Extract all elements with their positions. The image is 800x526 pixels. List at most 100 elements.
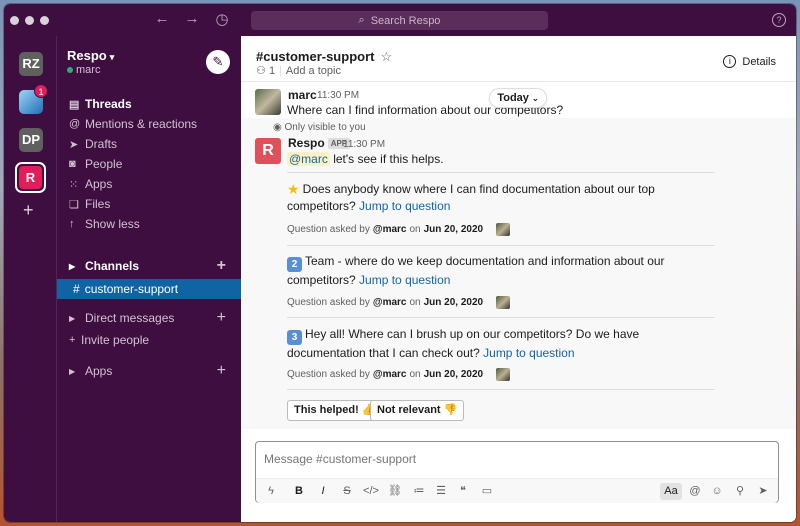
sidebar-item-people[interactable]: ◙ People — [57, 154, 242, 174]
question-meta: Question asked by @marc on Jun 20, 2020 — [287, 368, 511, 381]
bot-intro: @marc let's see if this helps. — [287, 152, 444, 166]
question-date: Jun 20, 2020 — [423, 297, 484, 308]
details-button[interactable]: i Details — [723, 55, 776, 68]
eye-icon: ◉ — [273, 122, 282, 133]
question-meta: Question asked by @marc on Jun 20, 2020 — [287, 223, 511, 236]
add-channel-icon[interactable]: + — [217, 257, 226, 275]
add-workspace-icon[interactable]: + — [23, 200, 34, 221]
this-helped-button[interactable]: This helped! 👍 — [287, 400, 383, 421]
asker[interactable]: @marc — [373, 369, 407, 380]
link-icon[interactable]: ⛓ — [386, 483, 404, 500]
divider — [287, 245, 715, 246]
sidebar-item-apps[interactable]: ⁙ Apps — [57, 174, 242, 194]
caret-right-icon: ▶ — [69, 261, 76, 271]
jump-to-question-link[interactable]: Jump to question — [359, 199, 450, 213]
channel-customer-support[interactable]: # customer-support — [57, 279, 242, 299]
respo-avatar[interactable]: R — [255, 138, 281, 164]
invite-people-link[interactable]: + Invite people — [57, 330, 242, 350]
divider — [287, 172, 715, 173]
italic-icon[interactable]: I — [314, 483, 332, 500]
workspace-respo[interactable]: R — [15, 162, 46, 193]
asker[interactable]: @marc — [373, 297, 407, 308]
jump-to-question-link[interactable]: Jump to question — [483, 346, 574, 360]
apps-section[interactable]: ▶ Apps + — [57, 361, 242, 381]
question-text: Team - where do we keep documentation an… — [287, 254, 665, 287]
drafts-icon: ➤ — [69, 138, 79, 151]
caret-right-icon: ▶ — [69, 366, 76, 376]
forward-arrow-icon[interactable]: → — [184, 10, 200, 28]
bot-time[interactable]: 11:30 PM — [343, 139, 385, 150]
close-window-button[interactable] — [10, 16, 19, 25]
today-divider-button[interactable]: Today ⌄ — [489, 88, 547, 108]
team-name-label: Respo — [67, 48, 107, 63]
emoji-icon[interactable]: ☺ — [708, 483, 726, 500]
blockquote-icon[interactable]: ❝ — [454, 483, 472, 500]
member-icon[interactable]: ⚇ — [256, 65, 266, 77]
apps-grid-icon: ⁙ — [69, 178, 79, 191]
sidebar-item-drafts[interactable]: ➤ Drafts — [57, 134, 242, 154]
attachment-icon[interactable]: ⚲ — [731, 483, 749, 500]
info-icon: i — [723, 55, 737, 68]
ordered-list-icon[interactable]: ≔ — [410, 483, 428, 500]
compose-icon[interactable]: ✎ — [206, 50, 230, 74]
avatar[interactable] — [255, 89, 281, 115]
member-count[interactable]: 1 — [269, 65, 275, 77]
not-relevant-button[interactable]: Not relevant 👎 — [370, 400, 465, 421]
history-clock-icon[interactable]: ◷ — [214, 10, 230, 28]
hash-icon: # — [73, 282, 80, 296]
workspace-rz[interactable]: RZ — [19, 52, 43, 76]
sidebar-item-files[interactable]: ❏ Files — [57, 194, 242, 214]
question-meta: Question asked by @marc on Jun 20, 2020 — [287, 296, 511, 309]
strikethrough-icon[interactable]: S — [338, 483, 356, 500]
asker-avatar — [496, 296, 511, 309]
user-mention[interactable]: @marc — [287, 152, 330, 166]
search-bar[interactable]: ⌕ Search Respo — [251, 11, 548, 30]
sidebar-item-show-less[interactable]: ↑ Show less — [57, 214, 242, 234]
title-bar: ← → ◷ ⌕ Search Respo ? — [4, 4, 796, 36]
add-dm-icon[interactable]: + — [217, 309, 226, 327]
send-icon[interactable]: ➤ — [754, 483, 772, 500]
code-block-icon[interactable]: ▭ — [478, 483, 496, 500]
sidebar-item-mentions[interactable]: @ Mentions & reactions — [57, 114, 242, 134]
back-arrow-icon[interactable]: ← — [154, 10, 170, 28]
help-icon[interactable]: ? — [772, 13, 786, 27]
add-app-icon[interactable]: + — [217, 362, 226, 380]
direct-messages-section[interactable]: ▶ Direct messages + — [57, 308, 242, 328]
workspace-rail: RZ 1 DP R + — [4, 36, 56, 522]
star-emoji-icon: ★ — [287, 181, 300, 197]
invite-label: Invite people — [81, 333, 150, 347]
message-list: marc 11:30 PM Where can I find informati… — [241, 83, 796, 433]
sidebar-item-threads[interactable]: ▤ Threads — [57, 94, 242, 114]
code-icon[interactable]: </> — [362, 483, 380, 500]
question-1: ★ Does anybody know where I can find docu… — [287, 181, 715, 215]
minimize-window-button[interactable] — [25, 16, 34, 25]
shortcuts-lightning-icon[interactable]: ϟ — [262, 483, 280, 500]
bot-name: Respo — [288, 136, 325, 150]
question-3: 3 Hey all! Where can I brush up on our co… — [287, 326, 715, 362]
add-topic-link[interactable]: Add a topic — [286, 65, 341, 77]
team-name[interactable]: Respo ▾ — [67, 48, 114, 63]
channel-label: customer-support — [84, 282, 179, 296]
star-icon[interactable]: ☆ — [380, 49, 392, 64]
mention-icon[interactable]: @ — [686, 483, 704, 500]
bot-sender[interactable]: Respo APP — [288, 136, 351, 150]
channels-section[interactable]: ▶ Channels + — [57, 256, 242, 276]
chevron-down-icon: ▾ — [109, 52, 115, 62]
workspace-dp[interactable]: DP — [19, 128, 43, 152]
question-text: Does anybody know where I can find docum… — [287, 182, 655, 213]
message-sender[interactable]: marc — [288, 88, 317, 102]
jump-to-question-link[interactable]: Jump to question — [359, 273, 450, 287]
meta-on: on — [409, 369, 421, 380]
asker[interactable]: @marc — [373, 224, 407, 235]
user-name: marc — [76, 64, 101, 76]
meta-prefix: Question asked by — [287, 224, 370, 235]
history-nav: ← → ◷ — [154, 10, 230, 28]
today-label: Today — [497, 92, 529, 104]
bold-icon[interactable]: B — [290, 483, 308, 500]
bulleted-list-icon[interactable]: ☰ — [432, 483, 450, 500]
message-input[interactable] — [264, 452, 764, 466]
maximize-window-button[interactable] — [40, 16, 49, 25]
message-time[interactable]: 11:30 PM — [317, 90, 359, 101]
channel-title[interactable]: #customer-support ☆ — [256, 49, 392, 65]
formatting-toggle-button[interactable]: Aa — [660, 483, 682, 500]
